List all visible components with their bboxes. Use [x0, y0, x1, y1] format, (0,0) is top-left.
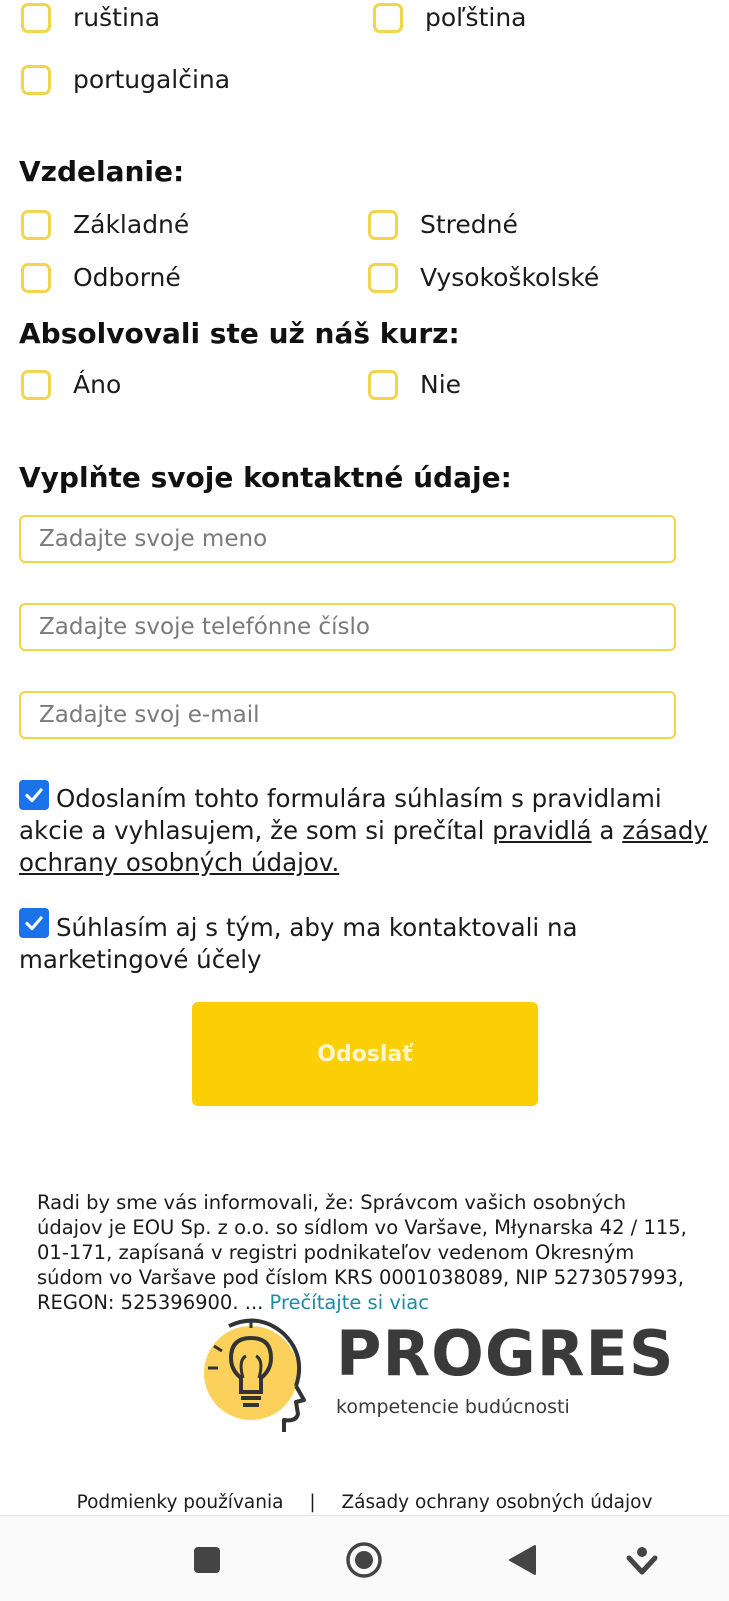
option-label-education-secondary: Stredné: [420, 210, 518, 239]
rules-link[interactable]: pravidlá: [492, 816, 591, 845]
privacy-info-text: Radi by sme vás informovali, že: Správco…: [37, 1190, 687, 1315]
assistant-button[interactable]: [620, 1538, 664, 1582]
checkbox-portuguese[interactable]: [21, 65, 51, 95]
checkbox-russian[interactable]: [21, 3, 51, 33]
education-heading: Vzdelanie:: [19, 155, 185, 188]
phone-input[interactable]: [19, 603, 676, 651]
option-label-portuguese: portugalčina: [73, 65, 231, 94]
option-label-polish: poľština: [425, 3, 527, 32]
logo-wordmark: PROGRES: [336, 1317, 675, 1390]
home-circle-icon: [346, 1542, 382, 1578]
submit-button[interactable]: Odoslať: [192, 1002, 538, 1106]
chevron-down-icon: [626, 1547, 658, 1575]
checkbox-course-yes[interactable]: [21, 370, 51, 400]
option-label-course-no: Nie: [420, 370, 462, 399]
back-triangle-icon: [509, 1545, 536, 1575]
checkbox-education-university[interactable]: [368, 263, 398, 293]
footer-separator: |: [309, 1492, 316, 1513]
back-button[interactable]: [500, 1538, 544, 1582]
option-label-course-yes: Áno: [73, 370, 122, 399]
contact-heading: Vyplňte svoje kontaktné údaje:: [19, 461, 512, 494]
checkbox-education-basic[interactable]: [21, 210, 51, 240]
consent-rules-text: Odoslaním tohto formulára súhlasím s pra…: [19, 783, 709, 879]
recent-apps-button[interactable]: [185, 1538, 229, 1582]
consent-marketing-text: Súhlasím aj s tým, aby ma kontaktovali n…: [19, 913, 578, 974]
lightbulb-head-icon: [204, 1318, 306, 1432]
option-label-education-vocational: Odborné: [73, 263, 181, 292]
checkbox-course-no[interactable]: [368, 370, 398, 400]
option-label-education-basic: Základné: [73, 210, 190, 239]
progres-logo: PROGRES kompetencie budúcnosti: [196, 1318, 676, 1438]
name-input[interactable]: [19, 515, 676, 563]
logo-tagline: kompetencie budúcnosti: [336, 1396, 570, 1418]
option-label-education-university: Vysokoškolské: [420, 263, 600, 292]
square-icon: [194, 1547, 220, 1573]
option-label-russian: ruština: [73, 3, 161, 32]
checkbox-polish[interactable]: [373, 3, 403, 33]
checkbox-education-secondary[interactable]: [368, 210, 398, 240]
terms-link[interactable]: Podmienky používania: [77, 1492, 284, 1513]
checkbox-education-vocational[interactable]: [21, 263, 51, 293]
footer-privacy-link[interactable]: Zásady ochrany osobných údajov: [341, 1492, 652, 1513]
system-navigation-bar: [0, 1515, 729, 1601]
read-more-link[interactable]: Prečítajte si viac: [270, 1291, 429, 1314]
email-input[interactable]: [19, 691, 676, 739]
home-button[interactable]: [342, 1538, 386, 1582]
footer-links: Podmienky používania | Zásady ochrany os…: [0, 1492, 729, 1513]
course-heading: Absolvovali ste už náš kurz:: [19, 317, 460, 350]
consent-rules-and: a: [599, 816, 615, 845]
